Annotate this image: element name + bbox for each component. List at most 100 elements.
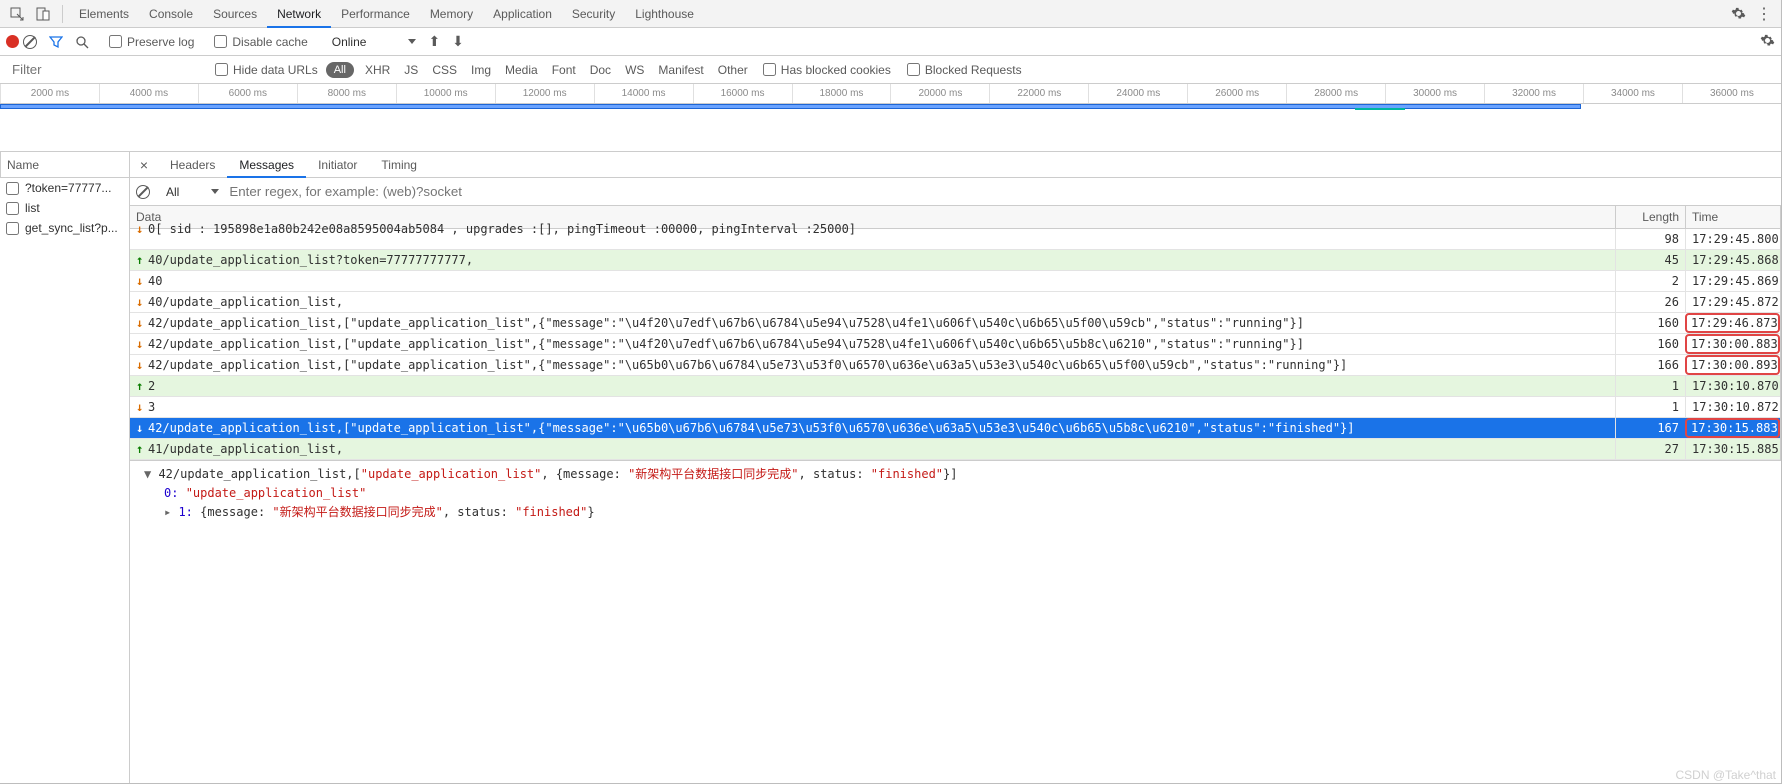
ruler-tick: 32000 ms — [1484, 84, 1583, 103]
type-other[interactable]: Other — [711, 63, 755, 77]
request-checkbox[interactable] — [6, 222, 19, 235]
inspect-icon[interactable] — [6, 3, 28, 25]
request-checkbox[interactable] — [6, 182, 19, 195]
message-data: 42/update_application_list,["update_appl… — [148, 358, 1347, 372]
message-data: 40/update_application_list, — [148, 295, 343, 309]
type-xhr[interactable]: XHR — [358, 63, 397, 77]
type-media[interactable]: Media — [498, 63, 545, 77]
message-length: 45 — [1615, 250, 1685, 270]
message-time: 17:29:45.868 — [1685, 250, 1780, 270]
ruler-tick: 24000 ms — [1088, 84, 1187, 103]
upload-har-icon[interactable]: ⬆ — [428, 33, 440, 50]
tab-initiator[interactable]: Initiator — [306, 152, 369, 178]
name-column-header[interactable]: Name — [0, 152, 129, 178]
tab-messages[interactable]: Messages — [227, 152, 306, 178]
download-har-icon[interactable]: ⬇ — [452, 33, 464, 50]
blocked-requests-checkbox[interactable]: Blocked Requests — [907, 63, 1022, 77]
request-checkbox[interactable] — [6, 202, 19, 215]
preserve-log-checkbox[interactable]: Preserve log — [109, 35, 194, 49]
messages-body[interactable]: 0[ sid : 195898e1a80b242e08a8595004ab508… — [130, 229, 1781, 461]
type-all[interactable]: All — [326, 62, 354, 78]
tab-console[interactable]: Console — [139, 0, 203, 28]
tab-sources[interactable]: Sources — [203, 0, 267, 28]
tab-timing[interactable]: Timing — [369, 152, 429, 178]
message-data: 3 — [148, 400, 155, 414]
timeline-overview[interactable] — [0, 104, 1781, 152]
regex-input[interactable] — [227, 182, 827, 202]
tab-security[interactable]: Security — [562, 0, 625, 28]
network-toolbar: Preserve log Disable cache Online ⬆ ⬇ — [0, 28, 1781, 56]
ruler-tick: 22000 ms — [989, 84, 1088, 103]
device-icon[interactable] — [32, 3, 54, 25]
message-row[interactable]: 41/update_application_list,2717:30:15.88… — [130, 439, 1780, 460]
message-row[interactable]: 3117:30:10.872 — [130, 397, 1780, 418]
type-js[interactable]: JS — [397, 63, 425, 77]
message-time: 17:29:46.873 — [1685, 313, 1780, 333]
messages-filter-select[interactable]: All — [166, 185, 219, 199]
type-ws[interactable]: WS — [618, 63, 651, 77]
message-data: 41/update_application_list, — [148, 442, 343, 456]
request-item[interactable]: ?token=77777... — [0, 178, 129, 198]
message-row[interactable]: 42/update_application_list,["update_appl… — [130, 355, 1780, 376]
has-blocked-cookies-checkbox[interactable]: Has blocked cookies — [763, 63, 891, 77]
time-column-header[interactable]: Time — [1686, 206, 1781, 228]
tab-network[interactable]: Network — [267, 0, 331, 28]
more-icon[interactable]: ⋮ — [1753, 3, 1775, 25]
direction-icon — [136, 379, 144, 387]
disable-cache-checkbox[interactable]: Disable cache — [214, 35, 307, 49]
record-button[interactable] — [6, 35, 19, 48]
type-css[interactable]: CSS — [425, 63, 464, 77]
expand-icon[interactable]: ▸ — [164, 505, 178, 519]
message-row[interactable]: 40/update_application_list?token=7777777… — [130, 250, 1780, 271]
ruler-tick: 28000 ms — [1286, 84, 1385, 103]
message-row[interactable]: 40/update_application_list,2617:29:45.87… — [130, 292, 1780, 313]
message-row[interactable]: 0[ sid : 195898e1a80b242e08a8595004ab508… — [130, 229, 1780, 250]
clear-messages-icon[interactable] — [136, 185, 150, 199]
tab-application[interactable]: Application — [483, 0, 562, 28]
tab-headers[interactable]: Headers — [158, 152, 227, 178]
message-length: 160 — [1615, 334, 1685, 354]
message-data: 40 — [148, 274, 162, 288]
message-data: 0[ sid : 195898e1a80b242e08a8595004ab508… — [148, 222, 856, 236]
ruler-tick: 2000 ms — [0, 84, 99, 103]
message-row[interactable]: 42/update_application_list,["update_appl… — [130, 418, 1780, 439]
request-item[interactable]: list — [0, 198, 129, 218]
network-settings-icon[interactable] — [1760, 33, 1775, 51]
tab-lighthouse[interactable]: Lighthouse — [625, 0, 704, 28]
message-row[interactable]: 40217:29:45.869 — [130, 271, 1780, 292]
timeline-ruler[interactable]: 2000 ms4000 ms6000 ms8000 ms10000 ms1200… — [0, 84, 1781, 104]
collapse-icon[interactable]: ▼ — [144, 467, 158, 481]
ruler-tick: 6000 ms — [198, 84, 297, 103]
close-icon[interactable]: × — [130, 157, 158, 173]
message-row[interactable]: 42/update_application_list,["update_appl… — [130, 334, 1780, 355]
message-data: 2 — [148, 379, 155, 393]
hide-data-urls-checkbox[interactable]: Hide data URLs — [215, 63, 318, 77]
message-time: 17:30:00.893 — [1685, 355, 1780, 375]
search-icon[interactable] — [71, 31, 93, 53]
type-manifest[interactable]: Manifest — [651, 63, 710, 77]
request-name: ?token=77777... — [25, 181, 111, 195]
type-font[interactable]: Font — [545, 63, 583, 77]
message-row[interactable]: 42/update_application_list,["update_appl… — [130, 313, 1780, 334]
message-row[interactable]: 2117:30:10.870 — [130, 376, 1780, 397]
tab-performance[interactable]: Performance — [331, 0, 420, 28]
message-length: 1 — [1615, 397, 1685, 417]
message-preview: ▼ 42/update_application_list,["update_ap… — [130, 461, 1781, 527]
message-data: 42/update_application_list,["update_appl… — [148, 421, 1355, 435]
length-column-header[interactable]: Length — [1616, 206, 1686, 228]
ruler-tick: 4000 ms — [99, 84, 198, 103]
ruler-tick: 12000 ms — [495, 84, 594, 103]
clear-icon[interactable] — [23, 35, 37, 49]
ruler-tick: 18000 ms — [792, 84, 891, 103]
tab-memory[interactable]: Memory — [420, 0, 483, 28]
type-img[interactable]: Img — [464, 63, 498, 77]
message-length: 166 — [1615, 355, 1685, 375]
filter-icon[interactable] — [45, 31, 67, 53]
request-item[interactable]: get_sync_list?p... — [0, 218, 129, 238]
settings-icon[interactable] — [1727, 3, 1749, 25]
tab-elements[interactable]: Elements — [69, 0, 139, 28]
messages-toolbar: All — [130, 178, 1781, 206]
filter-input[interactable] — [6, 59, 201, 81]
type-doc[interactable]: Doc — [583, 63, 618, 77]
throttle-select[interactable]: Online — [332, 35, 417, 49]
